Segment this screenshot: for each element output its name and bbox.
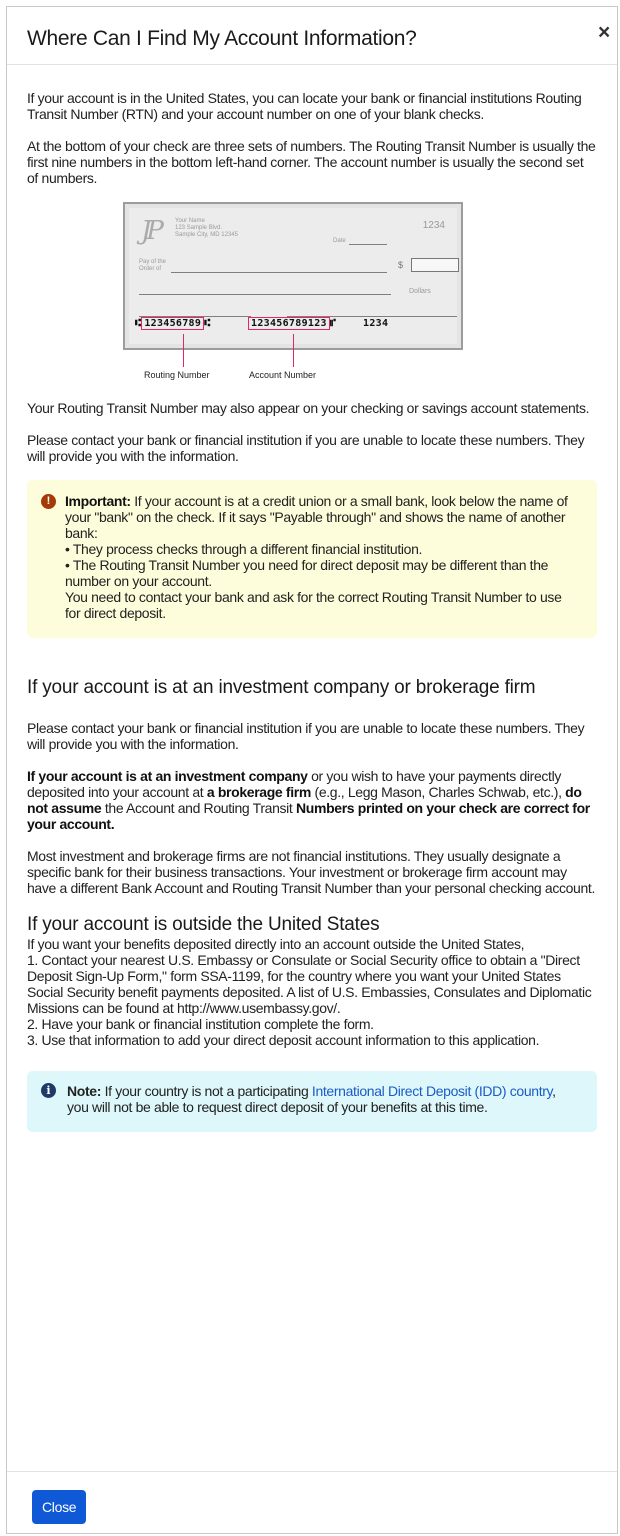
close-icon[interactable]: ×: [595, 22, 613, 43]
warning-icon: !: [41, 494, 56, 509]
micr-routing-group: ⑆ 123456789 ⑆: [135, 317, 211, 330]
modal-footer: Close: [7, 1471, 617, 1533]
investment-firms-paragraph: Most investment and brokerage firms are …: [27, 848, 596, 896]
check-pay-label-1: Pay of the: [139, 259, 167, 265]
info-icon: i: [41, 1083, 56, 1098]
intro-paragraph: If your account is in the United States,…: [27, 90, 582, 122]
outside-us-intro: If you want your benefits deposited dire…: [27, 936, 525, 952]
investment-warning-paragraph: If your account is at an investment comp…: [27, 768, 597, 832]
important-label: Important:: [65, 493, 131, 509]
routing-number-highlight: 123456789: [141, 317, 205, 330]
check-date-label: Date: [333, 238, 346, 244]
important-lead: Important: If your account is at a credi…: [65, 493, 577, 541]
contact-bank-paragraph: Please contact your bank or financial in…: [27, 432, 585, 464]
outside-us-heading: If your account is outside the United St…: [27, 914, 380, 935]
check-amount-box: [411, 258, 459, 272]
investment-text-3: the Account and Routing Transit: [101, 800, 297, 816]
outside-us-instructions: If you want your benefits deposited dire…: [27, 936, 597, 1048]
note-text-1: If your country is not a participating: [101, 1083, 312, 1099]
account-info-modal: Where Can I Find My Account Information?…: [6, 6, 618, 1534]
outside-us-step-3: 3. Use that information to add your dire…: [27, 1032, 540, 1048]
investment-text-2: (e.g., Legg Mason, Charles Schwab, etc.)…: [310, 784, 566, 800]
account-number-highlight: 123456789123: [248, 317, 330, 330]
check-number: 1234: [422, 220, 445, 231]
account-number-caption: Account Number: [249, 370, 317, 380]
check-written-amount-line: [139, 294, 391, 295]
investment-bold-1: If your account is at an investment comp…: [27, 768, 308, 784]
outside-us-step-1: 1. Contact your nearest U.S. Embassy or …: [27, 952, 592, 1016]
important-lead-text: If your account is at a credit union or …: [65, 493, 568, 541]
modal-title: Where Can I Find My Account Information?: [27, 27, 417, 50]
check-pay-label-2: Order of: [139, 266, 162, 272]
account-pointer-line: [293, 334, 294, 367]
investment-contact-paragraph: Please contact your bank or financial in…: [27, 720, 585, 752]
outside-us-step-2: 2. Have your bank or financial instituti…: [27, 1016, 374, 1032]
micr-check-number: 1234: [363, 318, 389, 329]
investment-heading: If your account is at an investment comp…: [27, 677, 536, 698]
routing-number-caption: Routing Number: [144, 370, 210, 380]
investment-bold-2: a brokerage firm: [206, 784, 311, 800]
important-bullet-1: • They process checks through a differen…: [65, 541, 423, 557]
check-address-line-2: Sample City, MD 12345: [175, 232, 238, 238]
check-holder-name: Your Name: [175, 218, 205, 224]
routing-pointer-line: [183, 334, 184, 367]
modal-header: Where Can I Find My Account Information?…: [7, 7, 617, 65]
statement-paragraph: Your Routing Transit Number may also app…: [27, 400, 590, 416]
important-closing: You need to contact your bank and ask fo…: [65, 589, 562, 621]
check-image: JP Your Name 123 Sample Blvd. Sample Cit…: [123, 202, 463, 350]
micr-account-group: 123456789123 ⑈: [248, 317, 336, 330]
modal-body: If your account is in the United States,…: [7, 90, 617, 1132]
idd-country-link[interactable]: International Direct Deposit (IDD) count…: [312, 1083, 553, 1099]
important-bullet-2: • The Routing Transit Number you need fo…: [65, 557, 549, 589]
important-alert: ! Important: If your account is at a cre…: [27, 480, 597, 638]
check-dollar-sign: $: [398, 260, 404, 270]
check-dollars-label: Dollars: [409, 288, 431, 295]
check-logo: JP: [141, 216, 164, 246]
check-numbers-paragraph: At the bottom of your check are three se…: [27, 138, 596, 186]
note-alert: i Note: If your country is not a partici…: [27, 1071, 597, 1132]
close-button[interactable]: Close: [32, 1490, 87, 1524]
note-label: Note:: [67, 1083, 102, 1099]
check-payee-line: [171, 272, 387, 273]
check-address-line-1: 123 Sample Blvd.: [175, 225, 223, 231]
check-date-line: [349, 244, 387, 245]
sample-check-illustration: JP Your Name 123 Sample Blvd. Sample Cit…: [123, 202, 463, 384]
